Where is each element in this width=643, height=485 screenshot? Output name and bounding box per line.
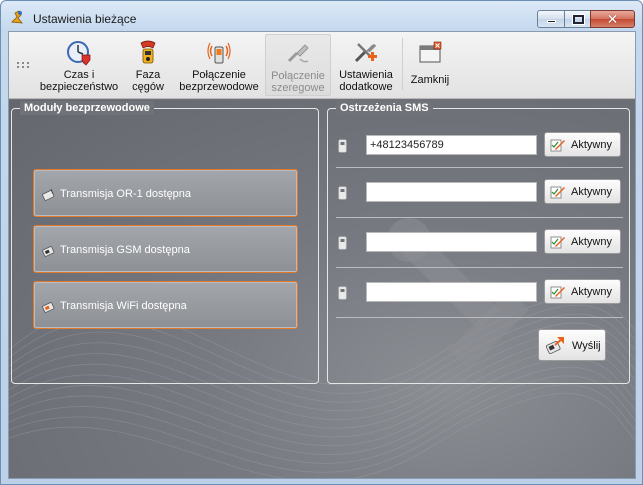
toolbar-label: Faza cęgów xyxy=(132,69,164,93)
send-phone-icon xyxy=(545,337,564,354)
active-button-label: Aktywny xyxy=(571,139,612,151)
clock-shield-icon xyxy=(67,41,91,66)
window-title: Ustawienia bieżące xyxy=(33,12,137,26)
toolbar-label: Zamknij xyxy=(410,74,450,86)
phone-number-input-1[interactable] xyxy=(366,135,537,155)
app-window: Ustawienia bieżące ✕ Czas i bezpieczeńst… xyxy=(0,0,643,485)
sms-row-1: Aktywny xyxy=(338,132,623,158)
active-button-label: Aktywny xyxy=(571,236,612,248)
close-icon: ✕ xyxy=(606,11,619,27)
edit-check-icon xyxy=(550,236,565,249)
app-logo-icon xyxy=(11,10,23,24)
module-button-label: Transmisja GSM dostępna xyxy=(60,244,190,256)
gsm-transmission-button[interactable]: Transmisja GSM dostępna xyxy=(33,225,298,273)
wifi-transmission-button[interactable]: Transmisja WiFi dostępna xyxy=(33,281,298,329)
toolbar-wireless-connection-button[interactable]: Połączenie bezprzewodowe xyxy=(175,34,263,96)
phone-slot-2-icon xyxy=(338,186,347,200)
sms-warnings-group: Ostrzeżenia SMS Aktywny xyxy=(327,101,630,384)
phone-number-input-3[interactable] xyxy=(366,232,537,252)
toolbar-serial-connection-button[interactable]: Połączenie szeregowe xyxy=(265,34,331,96)
row-separator xyxy=(336,217,623,218)
serial-cable-icon xyxy=(287,44,309,63)
phone-number-input-2[interactable] xyxy=(366,182,537,202)
radio-module-icon xyxy=(42,188,55,201)
toolbar-grip[interactable] xyxy=(17,62,33,70)
content-area: Moduły bezprzewodowe Transmisja OR-1 dos… xyxy=(9,100,635,478)
active-toggle-button-2[interactable]: Aktywny xyxy=(544,179,621,204)
wireless-modules-title: Moduły bezprzewodowe xyxy=(20,101,154,115)
close-window-button[interactable]: ✕ xyxy=(590,10,635,28)
wifi-module-icon xyxy=(42,302,55,313)
minimize-button[interactable] xyxy=(537,10,565,28)
row-separator xyxy=(336,317,623,318)
clamp-meter-icon xyxy=(140,40,156,64)
or1-transmission-button[interactable]: Transmisja OR-1 dostępna xyxy=(33,169,298,217)
wireless-modules-group: Moduły bezprzewodowe Transmisja OR-1 dos… xyxy=(11,101,319,384)
toolbar: Czas i bezpieczeństwo Faza cęgów Połącze… xyxy=(9,32,635,99)
toolbar-time-security-button[interactable]: Czas i bezpieczeństwo xyxy=(37,34,121,96)
phone-slot-1-icon xyxy=(338,139,347,153)
sms-warnings-title: Ostrzeżenia SMS xyxy=(336,101,433,115)
module-button-label: Transmisja WiFi dostępna xyxy=(60,300,187,312)
active-button-label: Aktywny xyxy=(571,286,612,298)
toolbar-close-button[interactable]: Zamknij xyxy=(405,34,455,96)
edit-check-icon xyxy=(550,139,565,152)
phone-slot-3-icon xyxy=(338,236,347,250)
toolbar-separator xyxy=(402,38,403,90)
phone-number-input-4[interactable] xyxy=(366,282,537,302)
maximize-button[interactable] xyxy=(564,10,591,28)
sms-row-3: Aktywny xyxy=(338,229,623,255)
toolbar-label: Ustawienia dodatkowe xyxy=(339,69,393,93)
tools-plus-icon xyxy=(354,43,377,63)
edit-check-icon xyxy=(550,186,565,199)
wireless-device-icon xyxy=(207,42,231,64)
toolbar-label: Połączenie szeregowe xyxy=(271,70,325,94)
toolbar-clamp-phase-button[interactable]: Faza cęgów xyxy=(125,34,171,96)
edit-check-icon xyxy=(550,286,565,299)
active-toggle-button-1[interactable]: Aktywny xyxy=(544,132,621,157)
active-toggle-button-4[interactable]: Aktywny xyxy=(544,279,621,304)
title-bar[interactable]: Ustawienia bieżące ✕ xyxy=(1,1,642,31)
row-separator xyxy=(336,267,623,268)
close-window-icon xyxy=(419,41,442,63)
send-button-label: Wyślij xyxy=(572,340,601,352)
toolbar-additional-settings-button[interactable]: Ustawienia dodatkowe xyxy=(335,34,397,96)
gsm-module-icon xyxy=(42,246,55,257)
client-area: Czas i bezpieczeństwo Faza cęgów Połącze… xyxy=(8,31,636,479)
sms-row-4: Aktywny xyxy=(338,279,623,305)
minimize-icon xyxy=(547,20,556,23)
row-separator xyxy=(336,167,623,168)
toolbar-label: Połączenie bezprzewodowe xyxy=(179,69,259,93)
module-button-label: Transmisja OR-1 dostępna xyxy=(60,188,192,200)
maximize-icon xyxy=(573,15,584,24)
active-button-label: Aktywny xyxy=(571,186,612,198)
toolbar-label: Czas i bezpieczeństwo xyxy=(39,69,119,93)
phone-slot-4-icon xyxy=(338,286,347,300)
sms-row-2: Aktywny xyxy=(338,179,623,205)
active-toggle-button-3[interactable]: Aktywny xyxy=(544,229,621,254)
send-sms-button[interactable]: Wyślij xyxy=(538,329,606,361)
